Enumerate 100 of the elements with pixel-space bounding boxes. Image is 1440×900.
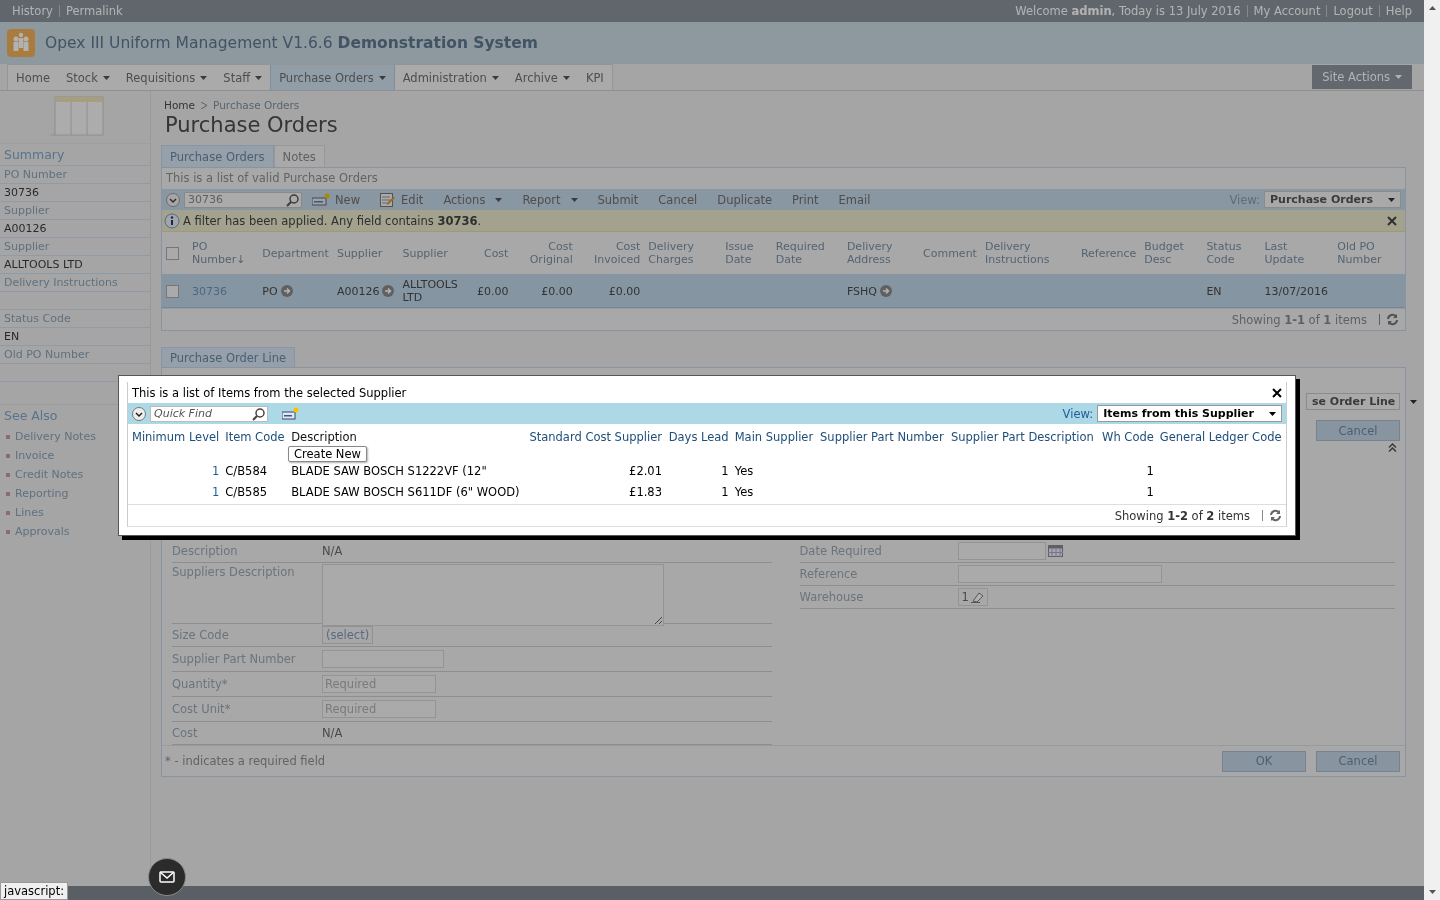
dropdown-icon[interactable] <box>132 406 146 421</box>
site-actions-button[interactable]: Site Actions <box>1312 65 1412 89</box>
column-header[interactable]: Delivery Address <box>846 240 916 266</box>
lookup-field[interactable]: 1 <box>957 588 988 606</box>
column-header[interactable]: Status Code <box>1206 240 1257 266</box>
arrow-up-icon[interactable] <box>1428 6 1436 10</box>
tab[interactable]: Notes <box>273 145 325 167</box>
toolbar-button[interactable]: Cancel <box>650 192 706 207</box>
column-header[interactable]: Supplier <box>336 246 395 260</box>
menu-item[interactable]: Home <box>8 65 58 90</box>
column-header[interactable]: Supplier <box>402 246 469 260</box>
top-link[interactable]: Help <box>1385 4 1412 18</box>
column-header[interactable]: Days Lead <box>668 430 729 444</box>
view-dropdown[interactable]: Items from this Supplier <box>1097 405 1282 422</box>
refresh-icon[interactable] <box>1386 313 1399 326</box>
arrow-down-icon[interactable] <box>1428 890 1436 894</box>
close-icon[interactable] <box>1272 387 1282 398</box>
menu-item[interactable]: Staff <box>215 65 271 90</box>
menu-item[interactable]: Requisitions <box>117 65 216 90</box>
breadcrumb-link[interactable]: Home <box>164 99 195 111</box>
column-header[interactable]: Cost <box>476 246 509 260</box>
eraser-icon[interactable] <box>970 591 984 603</box>
dropdown-icon[interactable] <box>166 192 180 207</box>
column-header[interactable]: Comment <box>923 246 977 260</box>
row-checkbox[interactable] <box>166 284 179 298</box>
top-link[interactable]: My Account <box>1253 4 1321 18</box>
column-header[interactable]: Cost Invoiced <box>580 240 641 266</box>
tab[interactable]: Purchase Orders <box>161 145 274 167</box>
arrow-right-icon[interactable] <box>879 285 892 297</box>
toolbar-button[interactable]: Print <box>784 192 827 207</box>
column-header[interactable]: Wh Code <box>1102 430 1154 444</box>
quick-find-field[interactable]: Quick Find <box>150 405 268 422</box>
menu-item[interactable]: Purchase Orders <box>270 65 395 90</box>
collapse-icon[interactable] <box>1388 443 1397 452</box>
column-header[interactable]: Minimum Level <box>131 430 220 444</box>
field-label: Date Required <box>799 543 883 560</box>
column-header[interactable]: Required Date <box>775 240 839 266</box>
tab[interactable]: Purchase Order Line <box>161 347 296 367</box>
see-also-link[interactable]: Delivery Notes <box>15 430 96 443</box>
toolbar-button[interactable]: New <box>304 192 369 207</box>
see-also-link[interactable]: Credit Notes <box>15 468 84 481</box>
column-header[interactable]: Reference <box>1080 246 1137 260</box>
summary-value: ALLTOOLS LTD <box>4 258 83 271</box>
column-header[interactable]: General Ledger Code <box>1159 430 1282 444</box>
menu-item[interactable]: Administration <box>394 65 507 90</box>
top-link[interactable]: History <box>12 4 53 18</box>
cancel-button[interactable]: Cancel <box>1316 420 1400 441</box>
select-button[interactable]: (select) <box>322 626 374 644</box>
summary-label: Old PO Number <box>4 348 90 361</box>
column-header[interactable]: Budget Desc <box>1144 240 1199 266</box>
see-also-link[interactable]: Invoice <box>15 449 55 462</box>
top-link[interactable]: Permalink <box>65 4 123 18</box>
toolbar-button[interactable]: Email <box>830 192 879 207</box>
menu-item[interactable]: Archive <box>506 65 578 90</box>
toolbar-button[interactable]: Edit <box>372 192 432 207</box>
column-header[interactable]: Main Supplier <box>734 430 814 444</box>
toolbar-button[interactable]: Submit <box>589 192 647 207</box>
summary-label: Supplier <box>4 204 50 217</box>
calendar-icon[interactable] <box>1047 545 1063 557</box>
top-link[interactable]: Logout <box>1333 4 1373 18</box>
toolbar-button[interactable]: Duplicate <box>709 192 781 207</box>
menu-item[interactable]: Stock <box>57 65 118 90</box>
arrow-right-icon[interactable] <box>280 285 293 297</box>
menu-item[interactable]: KPI <box>577 65 612 90</box>
po-number-link[interactable]: 30736 <box>192 284 227 298</box>
column-header[interactable]: Last Update <box>1264 240 1330 266</box>
column-header[interactable]: PO Number↓ <box>192 240 255 266</box>
grid-description: This is a list of valid Purchase Orders <box>166 171 378 185</box>
column-header[interactable]: Cost Original <box>516 240 573 266</box>
column-header[interactable]: Supplier Part Number <box>820 430 944 444</box>
search-field[interactable]: 30736 <box>184 191 302 208</box>
toolbar-button[interactable]: Report <box>514 192 586 207</box>
table-cell: A00126 <box>336 284 380 298</box>
toolbar-button[interactable]: Actions <box>435 192 511 207</box>
column-header[interactable]: Issue Date <box>725 240 768 266</box>
new-item-icon[interactable] <box>282 407 299 420</box>
field-label: Reference <box>799 566 859 583</box>
search-icon[interactable] <box>252 406 266 421</box>
envelope-icon <box>159 871 175 883</box>
table-cell: 1 <box>1146 484 1154 499</box>
refresh-icon[interactable] <box>1269 509 1282 522</box>
form-button[interactable]: OK <box>1222 750 1306 772</box>
form-button[interactable]: Cancel <box>1316 750 1400 772</box>
arrow-right-icon[interactable] <box>382 285 395 297</box>
select-all-checkbox[interactable] <box>166 246 179 260</box>
column-header[interactable]: Supplier Part Description <box>951 430 1094 444</box>
column-header[interactable]: Standard Cost Supplier <box>529 430 662 444</box>
see-also-link[interactable]: Reporting <box>15 487 69 500</box>
view-dropdown[interactable]: Purchase Orders <box>1264 191 1401 208</box>
column-header[interactable]: Old PO Number <box>1337 240 1401 266</box>
see-also-link[interactable]: Lines <box>15 506 44 519</box>
column-header[interactable]: Delivery Charges <box>648 240 718 266</box>
column-header[interactable]: Delivery Instructions <box>984 240 1073 266</box>
search-icon[interactable] <box>286 192 300 207</box>
column-header[interactable]: Department <box>262 246 329 260</box>
column-header[interactable]: Description <box>291 430 357 444</box>
table-cell: £1.83 <box>629 484 662 499</box>
see-also-link[interactable]: Approvals <box>15 525 70 538</box>
breadcrumb-current: Purchase Orders <box>213 99 300 111</box>
column-header[interactable]: Item Code <box>225 430 285 444</box>
